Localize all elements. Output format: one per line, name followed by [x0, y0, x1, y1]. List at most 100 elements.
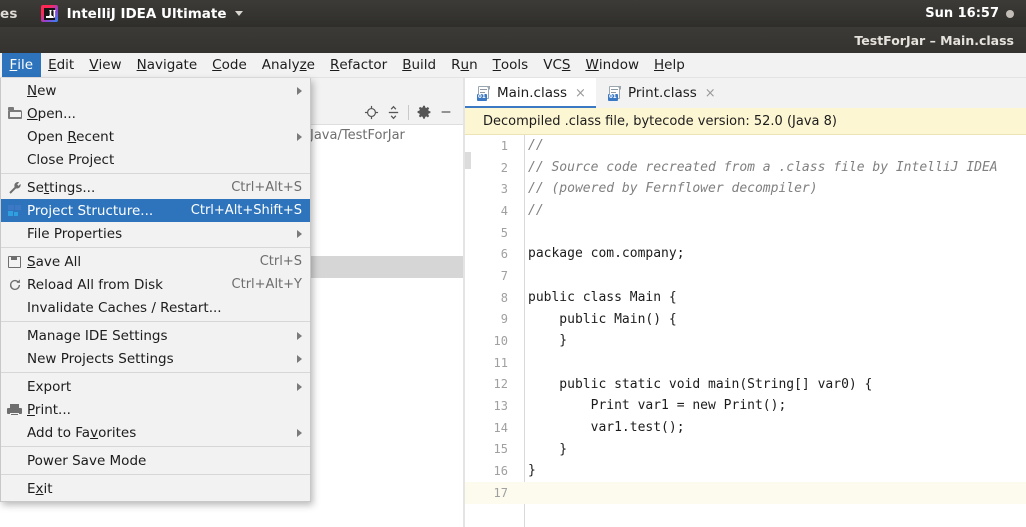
project-path-label: Java/TestForJar — [310, 128, 405, 143]
menu-item-settings[interactable]: Settings... Ctrl+Alt+S — [1, 176, 310, 199]
code-line[interactable]: 15 } — [465, 439, 1026, 461]
status-dot-icon[interactable] — [1006, 9, 1014, 18]
code-lines: 1 // 2 // Source code recreated from a .cla… — [465, 135, 1026, 527]
code-line[interactable]: 10 } — [465, 330, 1026, 352]
menu-item-close-project[interactable]: Close Project — [1, 148, 310, 171]
code-line[interactable]: 12 public static void main(String[] var0… — [465, 374, 1026, 396]
code-line[interactable]: 3 // (powered by Fernflower decompiler) — [465, 178, 1026, 200]
os-panel-left: es IJ IntelliJ IDEA Ultimate — [0, 5, 243, 22]
code-line[interactable]: 16} — [465, 460, 1026, 482]
code-line[interactable]: 14 var1.test(); — [465, 417, 1026, 439]
menubar-item-file[interactable]: File — [2, 53, 41, 77]
menu-item-label: Power Save Mode — [27, 452, 147, 469]
locate-target-icon[interactable] — [360, 101, 382, 123]
code-line[interactable]: 11 — [465, 352, 1026, 374]
line-text: // — [528, 203, 544, 219]
submenu-arrow-icon — [297, 382, 302, 391]
reload-icon — [7, 277, 23, 293]
line-text: var1.test(); — [528, 419, 685, 435]
code-line[interactable]: 13 Print var1 = new Print(); — [465, 395, 1026, 417]
os-app-name[interactable]: IntelliJ IDEA Ultimate — [67, 6, 227, 22]
menu-item-label: New — [27, 82, 57, 99]
menubar-item-help[interactable]: Help — [647, 53, 693, 77]
line-text: // — [528, 138, 544, 153]
menubar-item-analyze[interactable]: Analy z e — [254, 53, 322, 77]
menubar-item-vcs[interactable]: VC S — [536, 53, 578, 77]
menu-item-label: New Projects Settings — [27, 350, 174, 367]
line-number: 12 — [493, 377, 508, 392]
gear-icon[interactable] — [413, 101, 435, 123]
collapse-all-icon[interactable] — [382, 101, 404, 123]
line-text: package com.company; — [528, 246, 685, 262]
line-text: public static void main(String[] var0) { — [528, 376, 873, 392]
menu-item-file-properties[interactable]: File Properties — [1, 222, 310, 245]
menu-item-new[interactable]: New — [1, 79, 310, 102]
line-number: 10 — [493, 334, 508, 349]
menu-item-label: Print... — [27, 401, 71, 418]
menu-item-new-projects-settings[interactable]: New Projects Settings — [1, 347, 310, 370]
menu-item-exit[interactable]: Exit — [1, 477, 310, 500]
line-number: 16 — [493, 464, 508, 479]
menu-item-project-structure[interactable]: Project Structure... Ctrl+Alt+Shift+S — [1, 199, 310, 222]
line-text: public Main() { — [528, 311, 677, 327]
menu-item-invalidate-caches-restart[interactable]: Invalidate Caches / Restart... — [1, 296, 310, 319]
menubar-item-navigate[interactable]: Navigate — [129, 53, 205, 77]
line-number: 5 — [500, 225, 508, 240]
activities-label[interactable]: es — [0, 6, 18, 22]
menu-item-open-recent[interactable]: Open Recent — [1, 125, 310, 148]
line-number: 14 — [493, 420, 508, 435]
menu-item-reload-all-from-disk[interactable]: Reload All from Disk Ctrl+Alt+Y — [1, 273, 310, 296]
code-line[interactable]: 9 public Main() { — [465, 309, 1026, 331]
menu-item-power-save-mode[interactable]: Power Save Mode — [1, 449, 310, 472]
menu-item-manage-ide-settings[interactable]: Manage IDE Settings — [1, 324, 310, 347]
line-text: } — [528, 441, 568, 457]
menu-separator — [1, 173, 310, 174]
close-icon[interactable]: × — [573, 87, 588, 100]
editor-tab-print-class[interactable]: 01 Print.class × — [596, 78, 726, 108]
code-line[interactable]: 1 // — [465, 135, 1026, 157]
menu-item-open[interactable]: Open... — [1, 102, 310, 125]
editor-tab-label: Print.class — [627, 85, 697, 101]
code-line[interactable]: 8 public class Main { — [465, 287, 1026, 309]
editor-tab-strip: 01 Main.class × 01 Print.class × — [465, 78, 1026, 108]
line-text: public class Main { — [528, 289, 677, 305]
code-line[interactable]: 4 // — [465, 200, 1026, 222]
file-menu-dropdown[interactable]: New Open... Open Recent Close Project Settin… — [0, 78, 311, 502]
hide-panel-icon[interactable] — [435, 101, 457, 123]
menu-item-save-all[interactable]: Save All Ctrl+S — [1, 250, 310, 273]
menubar-item-build[interactable]: Build — [395, 53, 444, 77]
line-text: Print var1 = new Print(); — [528, 398, 787, 414]
line-number: 7 — [500, 268, 508, 283]
os-top-panel: es IJ IntelliJ IDEA Ultimate Sun 16:57 — [0, 0, 1026, 27]
menubar-item-edit[interactable]: Edit — [41, 53, 82, 77]
menubar-item-view[interactable]: View — [82, 53, 129, 77]
menu-item-export[interactable]: Export — [1, 375, 310, 398]
menu-separator — [1, 474, 310, 475]
os-panel-right: Sun 16:57 — [925, 0, 1026, 27]
os-clock[interactable]: Sun 16:57 — [925, 6, 999, 21]
code-line[interactable]: 2 // Source code recreated from a .class … — [465, 157, 1026, 179]
close-icon[interactable]: × — [703, 87, 718, 100]
submenu-arrow-icon — [297, 132, 302, 141]
editor-tab-label: Main.class — [497, 85, 568, 101]
menubar-item-code[interactable]: Code — [205, 53, 255, 77]
code-line[interactable]: 6 package com.company; — [465, 243, 1026, 265]
menubar-item-window[interactable]: Window — [578, 53, 647, 77]
editor-tab-main-class[interactable]: 01 Main.class × — [465, 78, 596, 108]
code-line[interactable]: 17 — [465, 482, 1026, 504]
code-line[interactable]: 7 — [465, 265, 1026, 287]
code-line[interactable]: 5 — [465, 222, 1026, 244]
menubar-item-run[interactable]: Run — [444, 53, 486, 77]
menu-item-add-to-favorites[interactable]: Add to Favorites — [1, 421, 310, 444]
menu-item-shortcut: Ctrl+Alt+Y — [231, 277, 302, 292]
menu-item-label: File Properties — [27, 225, 123, 242]
menu-item-print[interactable]: Print... — [1, 398, 310, 421]
code-editor[interactable]: 1 // 2 // Source code recreated from a .cla… — [465, 135, 1026, 527]
chevron-down-icon[interactable] — [234, 11, 243, 16]
java-class-file-icon: 01 — [607, 85, 622, 101]
menubar-item-tools[interactable]: Tools — [485, 53, 536, 77]
project-structure-icon — [7, 203, 23, 219]
line-text: // (powered by Fernflower decompiler) — [528, 181, 818, 197]
menubar-item-refactor[interactable]: Refactor — [322, 53, 394, 77]
menu-item-label: Open... — [27, 105, 76, 122]
